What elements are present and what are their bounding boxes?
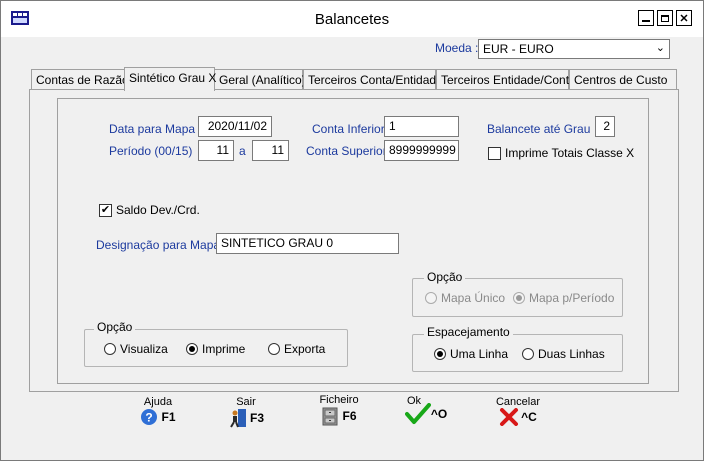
balancete-grau-label: Balancete até Grau [487, 122, 591, 136]
uma-linha-label: Uma Linha [450, 347, 509, 361]
duas-linhas-label: Duas Linhas [538, 347, 605, 361]
data-mapa-field[interactable]: 2020/11/02 [198, 116, 272, 137]
imprime-label: Imprime [202, 342, 246, 356]
imprime-radio[interactable]: Imprime [186, 342, 245, 356]
ajuda-button[interactable]: Ajuda ? F1 [133, 396, 183, 426]
saldo-checkbox[interactable]: ✔ Saldo Dev./Crd. [99, 203, 200, 217]
cancelar-button[interactable]: Cancelar ^C [491, 396, 545, 426]
tab-terceiros-entidade-conta[interactable]: Terceiros Entidade/Conta [436, 69, 576, 89]
imprime-totais-checkbox[interactable]: Imprime Totais Classe X [488, 146, 634, 160]
periodo-label: Período (00/15) [109, 144, 193, 158]
close-icon: ✕ [679, 12, 689, 25]
exporta-radio[interactable]: Exporta [268, 342, 325, 356]
opcao-saida-title: Opção [94, 320, 136, 334]
tab-contas-razao[interactable]: Contas de Razão [31, 69, 129, 89]
conta-inferior-field[interactable]: 1 [384, 116, 459, 137]
designacao-field[interactable]: SINTETICO GRAU 0 [216, 233, 399, 254]
espacamento-title: Espacejamento [424, 325, 513, 339]
title-bar: Balancetes ✕ [1, 1, 703, 37]
uma-linha-radio[interactable]: Uma Linha [434, 347, 508, 361]
maximize-button[interactable] [657, 10, 673, 26]
saldo-label: Saldo Dev./Crd. [116, 203, 200, 217]
periodo-from-field[interactable]: 11 [198, 140, 234, 161]
sair-button[interactable]: Sair F3 [221, 396, 271, 428]
mapa-unico-label: Mapa Único [441, 291, 506, 305]
svg-text:?: ? [146, 411, 153, 425]
help-icon: ? [141, 409, 158, 425]
sair-label: Sair [236, 396, 256, 408]
imprime-totais-label: Imprime Totais Classe X [505, 146, 635, 160]
cancelar-label: Cancelar [495, 396, 541, 408]
exit-door-icon [230, 409, 246, 428]
conta-superior-label: Conta Superior [306, 144, 387, 158]
cancelar-key: ^C [521, 410, 537, 424]
moeda-select[interactable]: EUR - EURO ⌄ [478, 39, 670, 59]
ficheiro-label: Ficheiro [319, 394, 359, 406]
minimize-icon [642, 20, 650, 22]
periodo-separator: a [239, 144, 246, 158]
moeda-label: Moeda : [435, 41, 479, 55]
balancetes-window: Balancetes ✕ Moeda : EUR - EURO ⌄ Contas… [0, 0, 704, 461]
window-title: Balancetes [314, 11, 390, 28]
checkmark-icon: ✔ [99, 203, 112, 217]
tab-terceiros-conta-entidade[interactable]: Terceiros Conta/Entidade [303, 69, 443, 89]
file-cabinet-icon [322, 407, 338, 426]
ficheiro-button[interactable]: Ficheiro F6 [313, 394, 365, 426]
periodo-to-field[interactable]: 11 [252, 140, 289, 161]
exporta-label: Exporta [284, 342, 326, 356]
sair-key: F3 [249, 411, 264, 425]
mapa-periodo-radio[interactable]: Mapa p/Período [513, 291, 614, 305]
balancete-grau-field[interactable]: 2 [595, 116, 615, 137]
maximize-icon [661, 14, 669, 22]
ficheiro-key: F6 [342, 409, 357, 423]
visualiza-label: Visualiza [120, 342, 168, 356]
ajuda-key: F1 [161, 410, 176, 424]
tab-sintetico-grau-x[interactable]: Sintético Grau X [124, 67, 216, 91]
ok-button[interactable]: Ok ^O [401, 395, 451, 425]
designacao-label: Designação para Mapa [96, 238, 221, 252]
mapa-unico-radio[interactable]: Mapa Único [425, 291, 505, 305]
mapa-periodo-label: Mapa p/Período [529, 291, 615, 305]
tab-centros-custo[interactable]: Centros de Custo [569, 69, 677, 89]
ok-key: ^O [430, 407, 448, 421]
tab-geral-analitico[interactable]: Geral (Analítico) [214, 69, 306, 89]
conta-superior-field[interactable]: 8999999999 [384, 140, 459, 161]
duas-linhas-radio[interactable]: Duas Linhas [522, 347, 605, 361]
conta-inferior-label: Conta Inferior [312, 122, 385, 136]
minimize-button[interactable] [638, 10, 654, 26]
close-button[interactable]: ✕ [676, 10, 692, 26]
cancel-x-icon [500, 408, 519, 426]
visualiza-radio[interactable]: Visualiza [104, 342, 168, 356]
moeda-value: EUR - EURO [483, 42, 554, 56]
checkmark-icon [404, 403, 431, 424]
opcao-mapa-title: Opção [424, 270, 466, 284]
data-mapa-label: Data para Mapa [109, 122, 196, 136]
ajuda-label: Ajuda [143, 396, 173, 408]
checkbox-box [488, 146, 501, 160]
chevron-down-icon: ⌄ [655, 42, 665, 54]
